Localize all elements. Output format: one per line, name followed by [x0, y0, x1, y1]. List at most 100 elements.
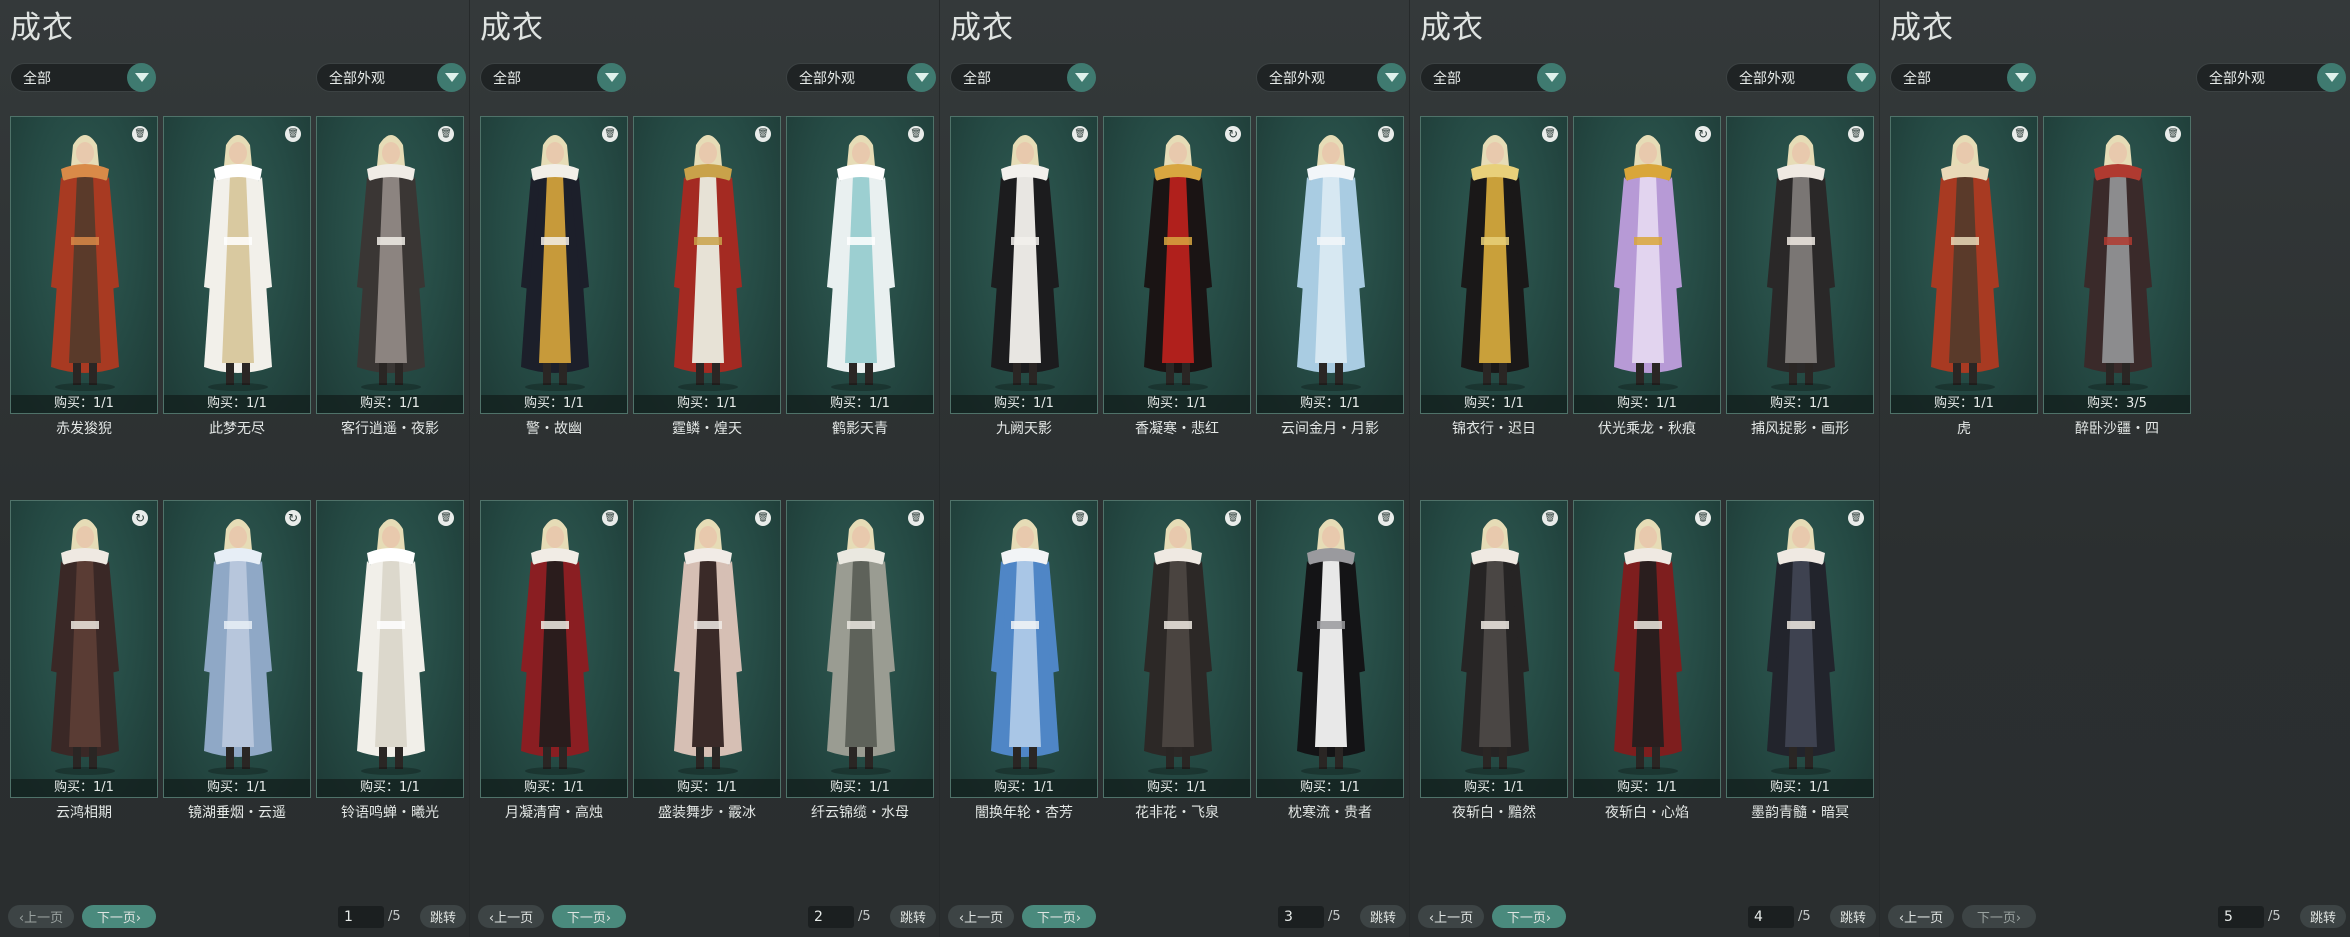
- refresh-icon[interactable]: ↻: [285, 510, 301, 526]
- outfit-name: 云间金月・月影: [1281, 421, 1379, 437]
- appearance-filter-dropdown[interactable]: 全部外观: [2196, 63, 2346, 92]
- jump-button[interactable]: 跳转: [1830, 905, 1876, 928]
- refresh-icon[interactable]: ↻: [1225, 126, 1241, 142]
- appearance-filter-value: 全部外观: [799, 70, 855, 87]
- outfit-card[interactable]: 🗑 购买：1/1: [1420, 116, 1568, 414]
- category-filter-dropdown[interactable]: 全部: [10, 63, 156, 92]
- refresh-icon[interactable]: ↻: [132, 510, 148, 526]
- page-number-input[interactable]: 4: [1748, 906, 1794, 928]
- jump-button[interactable]: 跳转: [1360, 905, 1406, 928]
- outfit-card[interactable]: 🗑 购买：1/1: [163, 116, 311, 414]
- outfit-name: 此梦无尽: [209, 421, 265, 437]
- trash-icon[interactable]: 🗑: [1378, 510, 1394, 526]
- purchase-count: 购买：1/1: [1891, 395, 2037, 413]
- trash-icon[interactable]: 🗑: [602, 126, 618, 142]
- outfit-card[interactable]: 🗑 购买：1/1: [480, 116, 628, 414]
- outfit-name: 锦衣行・迟日: [1452, 421, 1536, 437]
- trash-icon[interactable]: 🗑: [1378, 126, 1394, 142]
- category-filter-dropdown[interactable]: 全部: [1420, 63, 1566, 92]
- refresh-icon[interactable]: ↻: [1695, 126, 1711, 142]
- category-filter-dropdown[interactable]: 全部: [950, 63, 1096, 92]
- outfit-card[interactable]: ↻ 购买：1/1: [1103, 116, 1251, 414]
- next-page-button[interactable]: 下一页›: [82, 905, 156, 928]
- trash-icon[interactable]: 🗑: [1072, 126, 1088, 142]
- outfit-card[interactable]: 🗑 购买：1/1: [1726, 500, 1874, 798]
- page-number-input[interactable]: 1: [338, 906, 384, 928]
- trash-icon[interactable]: 🗑: [1072, 510, 1088, 526]
- category-filter-dropdown[interactable]: 全部: [480, 63, 626, 92]
- outfit-card[interactable]: 🗑 购买：1/1: [786, 500, 934, 798]
- trash-icon[interactable]: 🗑: [1695, 510, 1711, 526]
- purchase-count: 购买：1/1: [1727, 395, 1873, 413]
- outfit-card[interactable]: 🗑 购买：1/1: [1573, 500, 1721, 798]
- page-number-input[interactable]: 2: [808, 906, 854, 928]
- prev-page-button[interactable]: ‹上一页: [8, 905, 74, 928]
- category-filter-value: 全部: [1433, 70, 1461, 87]
- jump-button[interactable]: 跳转: [420, 905, 466, 928]
- outfit-card[interactable]: 🗑 购买：1/1: [633, 500, 781, 798]
- trash-icon[interactable]: 🗑: [1542, 510, 1558, 526]
- purchase-count: 购买：1/1: [1257, 779, 1403, 797]
- category-filter-dropdown[interactable]: 全部: [1890, 63, 2036, 92]
- trash-icon[interactable]: 🗑: [2165, 126, 2181, 142]
- appearance-filter-dropdown[interactable]: 全部外观: [1726, 63, 1876, 92]
- next-page-button[interactable]: 下一页›: [552, 905, 626, 928]
- trash-icon[interactable]: 🗑: [1848, 126, 1864, 142]
- outfit-card[interactable]: 🗑 购买：1/1: [1726, 116, 1874, 414]
- outfit-card[interactable]: 🗑 购买：1/1: [480, 500, 628, 798]
- prev-page-button[interactable]: ‹上一页: [478, 905, 544, 928]
- trash-icon[interactable]: 🗑: [1542, 126, 1558, 142]
- trash-icon[interactable]: 🗑: [132, 126, 148, 142]
- appearance-filter-dropdown[interactable]: 全部外观: [1256, 63, 1406, 92]
- trash-icon[interactable]: 🗑: [285, 126, 301, 142]
- trash-icon[interactable]: 🗑: [755, 510, 771, 526]
- prev-page-button[interactable]: ‹上一页: [1418, 905, 1484, 928]
- trash-icon[interactable]: 🗑: [1225, 510, 1241, 526]
- outfit-card[interactable]: 🗑 购买：1/1: [316, 500, 464, 798]
- outfit-figure: [991, 519, 1059, 775]
- prev-page-button[interactable]: ‹上一页: [948, 905, 1014, 928]
- next-page-button[interactable]: 下一页›: [1022, 905, 1096, 928]
- category-filter-value: 全部: [1903, 70, 1931, 87]
- trash-icon[interactable]: 🗑: [908, 510, 924, 526]
- trash-icon[interactable]: 🗑: [1848, 510, 1864, 526]
- outfit-figure: [1144, 519, 1212, 775]
- appearance-filter-dropdown[interactable]: 全部外观: [786, 63, 936, 92]
- outfit-card[interactable]: 🗑 购买：3/5: [2043, 116, 2191, 414]
- next-page-button[interactable]: 下一页›: [1492, 905, 1566, 928]
- page-number-input[interactable]: 5: [2218, 906, 2264, 928]
- appearance-filter-dropdown[interactable]: 全部外观: [316, 63, 466, 92]
- next-page-button[interactable]: 下一页›: [1962, 905, 2036, 928]
- trash-icon[interactable]: 🗑: [2012, 126, 2028, 142]
- outfit-card[interactable]: ↻ 购买：1/1: [1573, 116, 1721, 414]
- outfit-figure: [1614, 519, 1682, 775]
- outfit-card[interactable]: 🗑 购买：1/1: [950, 116, 1098, 414]
- outfit-card[interactable]: 🗑 购买：1/1: [10, 116, 158, 414]
- outfit-card[interactable]: ↻ 购买：1/1: [163, 500, 311, 798]
- panel-title: 成衣: [1420, 10, 1484, 46]
- trash-icon[interactable]: 🗑: [908, 126, 924, 142]
- outfit-card[interactable]: 🗑 购买：1/1: [316, 116, 464, 414]
- outfit-figure: [1297, 519, 1365, 775]
- trash-icon[interactable]: 🗑: [602, 510, 618, 526]
- outfit-card[interactable]: 🗑 购买：1/1: [1420, 500, 1568, 798]
- outfit-card[interactable]: 🗑 购买：1/1: [633, 116, 781, 414]
- outfit-card[interactable]: ↻ 购买：1/1: [10, 500, 158, 798]
- appearance-filter-value: 全部外观: [1269, 70, 1325, 87]
- trash-icon[interactable]: 🗑: [438, 126, 454, 142]
- outfit-card[interactable]: 🗑 购买：1/1: [1103, 500, 1251, 798]
- page-number-input[interactable]: 3: [1278, 906, 1324, 928]
- outfit-figure: [674, 519, 742, 775]
- outfit-card[interactable]: 🗑 购买：1/1: [1256, 116, 1404, 414]
- jump-button[interactable]: 跳转: [2300, 905, 2346, 928]
- outfit-card[interactable]: 🗑 购买：1/1: [950, 500, 1098, 798]
- outfit-card[interactable]: 🗑 购买：1/1: [1890, 116, 2038, 414]
- purchase-count: 购买：1/1: [164, 395, 310, 413]
- prev-page-button[interactable]: ‹上一页: [1888, 905, 1954, 928]
- trash-icon[interactable]: 🗑: [755, 126, 771, 142]
- jump-button[interactable]: 跳转: [890, 905, 936, 928]
- trash-icon[interactable]: 🗑: [438, 510, 454, 526]
- outfit-card[interactable]: 🗑 购买：1/1: [786, 116, 934, 414]
- page-total: /5: [858, 909, 871, 924]
- outfit-card[interactable]: 🗑 购买：1/1: [1256, 500, 1404, 798]
